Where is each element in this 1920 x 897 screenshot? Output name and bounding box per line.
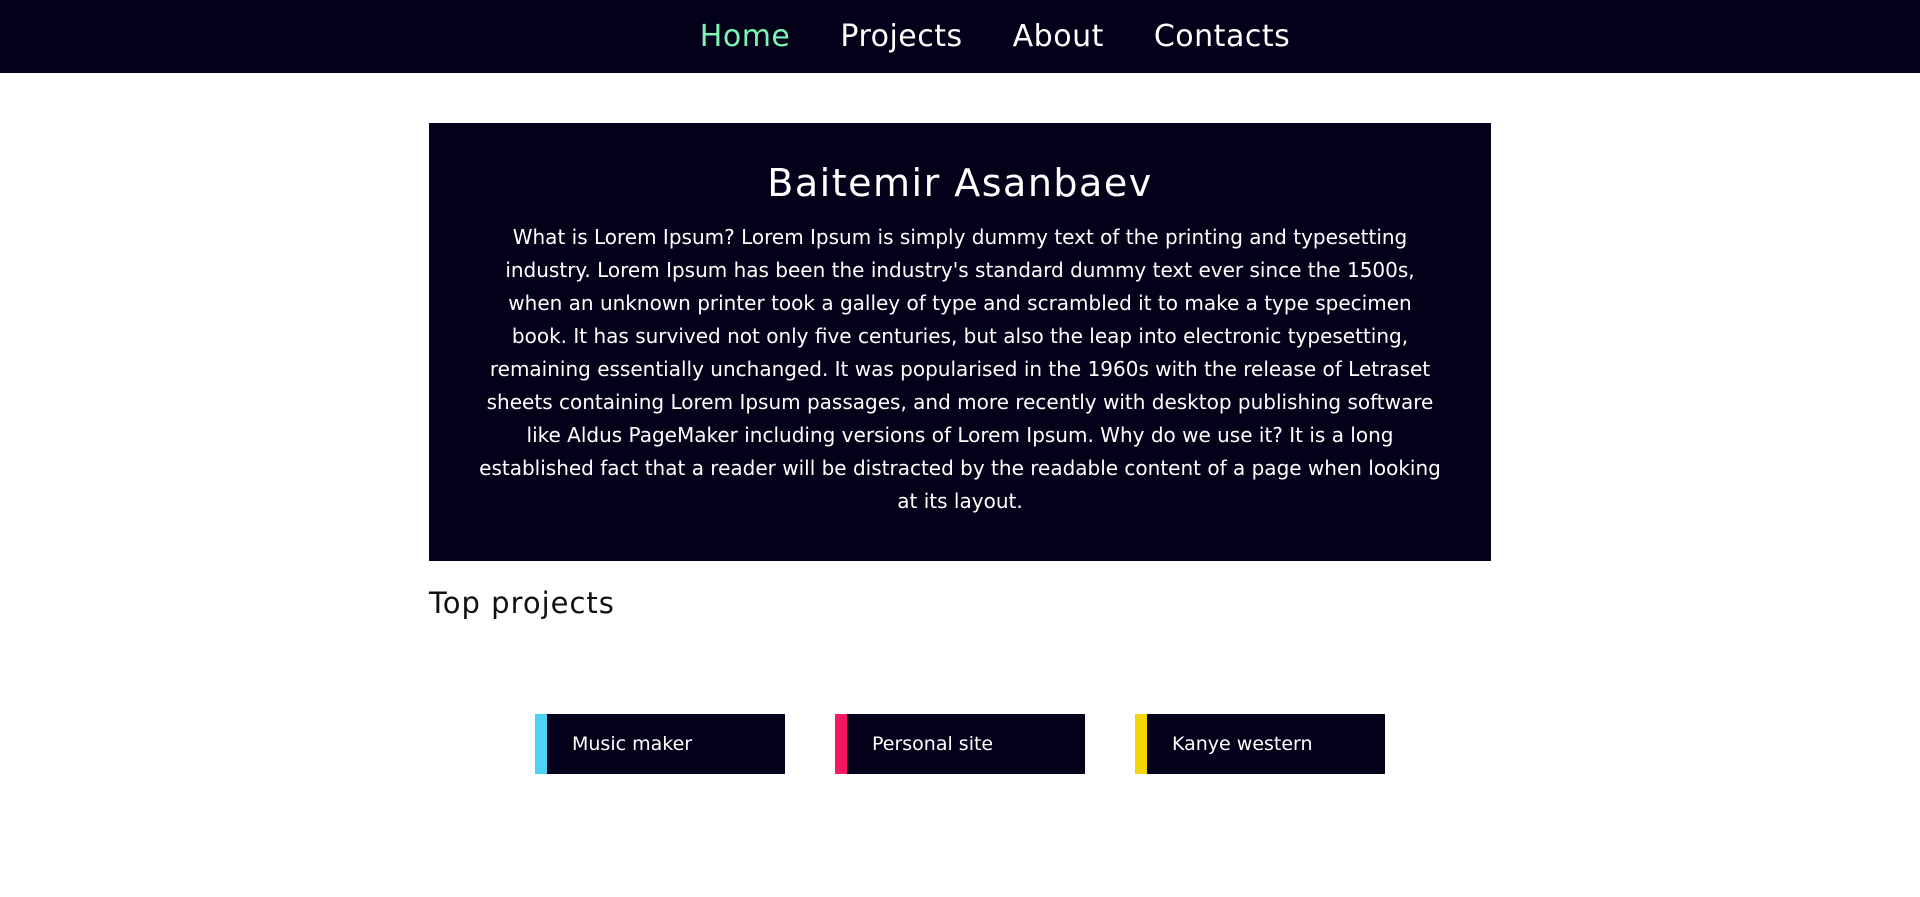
project-label: Music maker	[572, 733, 693, 755]
top-projects-heading: Top projects	[429, 586, 615, 620]
project-accent-bar	[535, 714, 547, 774]
hero-title: Baitemir Asanbaev	[767, 161, 1153, 205]
project-card-music-maker[interactable]: Music maker	[535, 714, 785, 774]
top-navbar: Home Projects About Contacts	[0, 0, 1920, 73]
project-accent-bar	[835, 714, 847, 774]
nav-projects-link[interactable]: Projects	[840, 19, 962, 54]
projects-list: Music maker Personal site Kanye western	[535, 714, 1385, 774]
project-label: Personal site	[872, 733, 994, 755]
project-card-personal-site[interactable]: Personal site	[835, 714, 1085, 774]
project-label: Kanye western	[1172, 733, 1313, 755]
nav-about-link[interactable]: About	[1013, 19, 1104, 54]
hero-description: What is Lorem Ipsum? Lorem Ipsum is simp…	[479, 225, 1441, 513]
project-card-kanye-western[interactable]: Kanye western	[1135, 714, 1385, 774]
nav-links: Home Projects About Contacts	[0, 0, 1920, 73]
nav-home-link[interactable]: Home	[700, 19, 791, 54]
nav-contacts-link[interactable]: Contacts	[1154, 19, 1290, 54]
project-accent-bar	[1135, 714, 1147, 774]
hero-section: Baitemir Asanbaev What is Lorem Ipsum? L…	[429, 123, 1491, 561]
